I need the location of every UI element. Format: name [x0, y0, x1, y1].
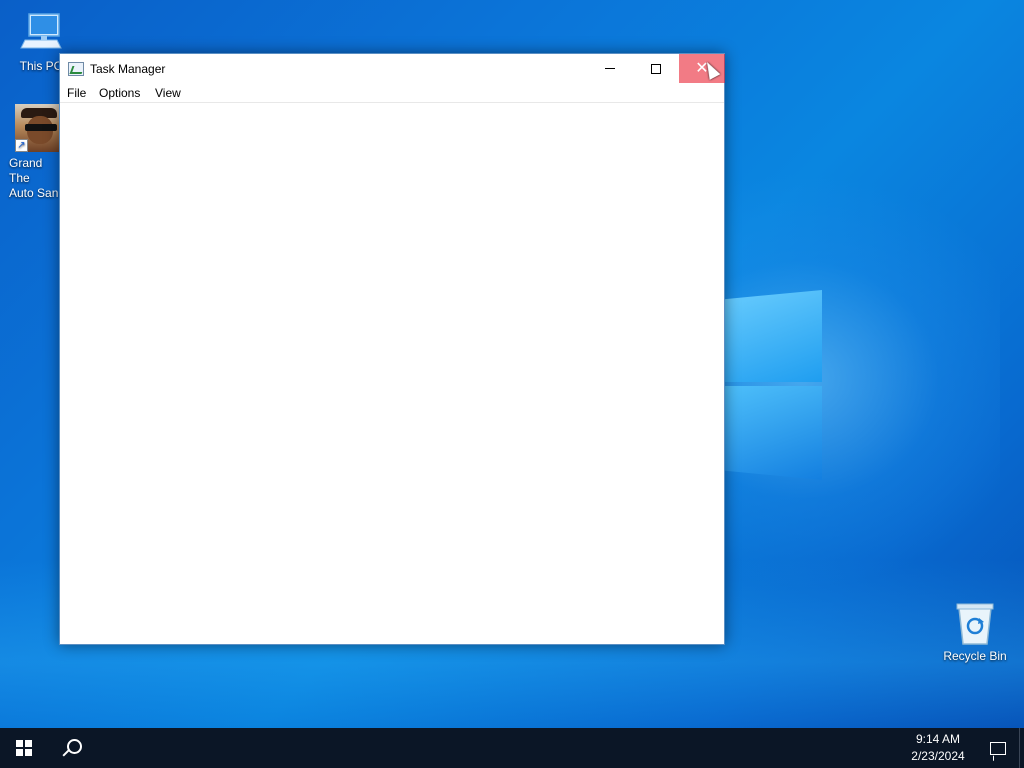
windows-logo-icon: [16, 740, 32, 756]
desktop-icon-label-line2: Auto San: [9, 186, 59, 200]
windows-logo-pane-top: [724, 290, 822, 382]
minimize-button[interactable]: [587, 54, 633, 83]
title-bar[interactable]: Task Manager ✕: [60, 54, 725, 84]
shortcut-arrow-icon: ↗: [15, 139, 28, 152]
action-center-button[interactable]: [978, 728, 1018, 768]
desktop-icon-label: Recycle Bin: [943, 649, 1007, 663]
window-title: Task Manager: [90, 62, 166, 76]
clock-date: 2/23/2024: [911, 749, 965, 763]
menu-options[interactable]: Options: [99, 86, 140, 100]
close-button[interactable]: ✕: [679, 54, 725, 83]
gta-game-icon: ↗: [15, 104, 61, 152]
maximize-button[interactable]: [633, 54, 679, 83]
maximize-icon: [651, 63, 661, 74]
search-icon: [66, 739, 82, 754]
windows-logo-pane-bottom: [724, 386, 822, 480]
desktop-icon-recycle-bin[interactable]: Recycle Bin: [940, 600, 1010, 664]
search-button[interactable]: [48, 728, 96, 768]
start-button[interactable]: [0, 728, 48, 768]
task-manager-content-area: [60, 103, 724, 644]
computer-icon: [20, 13, 62, 49]
task-manager-window[interactable]: Task Manager ✕ File Options View: [59, 53, 725, 645]
recycle-bin-icon: [956, 603, 994, 645]
action-center-icon: [990, 741, 1006, 755]
desktop-icon-gta-san-andreas[interactable]: ↗ Grand The Auto San: [0, 104, 66, 201]
clock-time: 9:14 AM: [915, 732, 961, 746]
taskbar-clock[interactable]: 9:14 AM 2/23/2024: [900, 731, 976, 765]
desktop-icon-label-line1: Grand The: [9, 156, 43, 185]
menu-view[interactable]: View: [155, 86, 181, 100]
menu-bar: File Options View: [60, 84, 724, 103]
show-desktop-button[interactable]: [1019, 728, 1024, 768]
minimize-icon: [605, 68, 615, 69]
task-manager-icon: [68, 62, 84, 76]
menu-file[interactable]: File: [67, 86, 86, 100]
taskbar: 9:14 AM 2/23/2024: [0, 728, 1024, 768]
